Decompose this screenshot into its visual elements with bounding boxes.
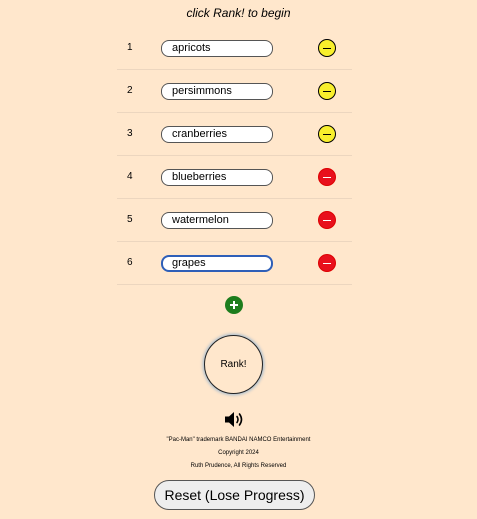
rights-text: Ruth Prudence, All Rights Reserved (190, 463, 287, 469)
row-number: 5 (127, 214, 133, 225)
row-number: 2 (127, 85, 133, 96)
list-row: 5 watermelon (117, 199, 352, 242)
remove-item-button[interactable] (318, 168, 336, 186)
item-input[interactable]: cranberries (161, 126, 273, 143)
item-input[interactable]: apricots (161, 40, 273, 57)
row-number: 4 (127, 171, 133, 182)
item-input[interactable]: blueberries (161, 169, 273, 186)
remove-item-button[interactable] (318, 211, 336, 229)
add-item-button[interactable] (225, 296, 243, 314)
rank-button[interactable]: Rank! (204, 335, 263, 394)
instruction-text: click Rank! to begin (186, 6, 291, 20)
row-number: 6 (127, 257, 133, 268)
list-row: 6 grapes (117, 242, 352, 285)
row-number: 3 (127, 128, 133, 139)
list-row: 4 blueberries (117, 156, 352, 199)
reset-button[interactable]: Reset (Lose Progress) (154, 480, 315, 510)
item-input[interactable]: grapes (161, 255, 273, 272)
remove-item-button[interactable] (318, 125, 336, 143)
item-input[interactable]: watermelon (161, 212, 273, 229)
item-input[interactable]: persimmons (161, 83, 273, 100)
list-row: 1 apricots (117, 27, 352, 70)
copyright-text: Copyright 2024 (218, 450, 259, 456)
item-list: 1 apricots 2 persimmons 3 cranberries 4 … (117, 27, 352, 285)
speaker-icon[interactable] (224, 410, 246, 429)
remove-item-button[interactable] (318, 39, 336, 57)
remove-item-button[interactable] (318, 82, 336, 100)
remove-item-button[interactable] (318, 254, 336, 272)
row-number: 1 (127, 42, 133, 53)
list-row: 2 persimmons (117, 70, 352, 113)
list-row: 3 cranberries (117, 113, 352, 156)
trademark-text: "Pac-Man" trademark BANDAI NAMCO Enterta… (166, 437, 311, 443)
